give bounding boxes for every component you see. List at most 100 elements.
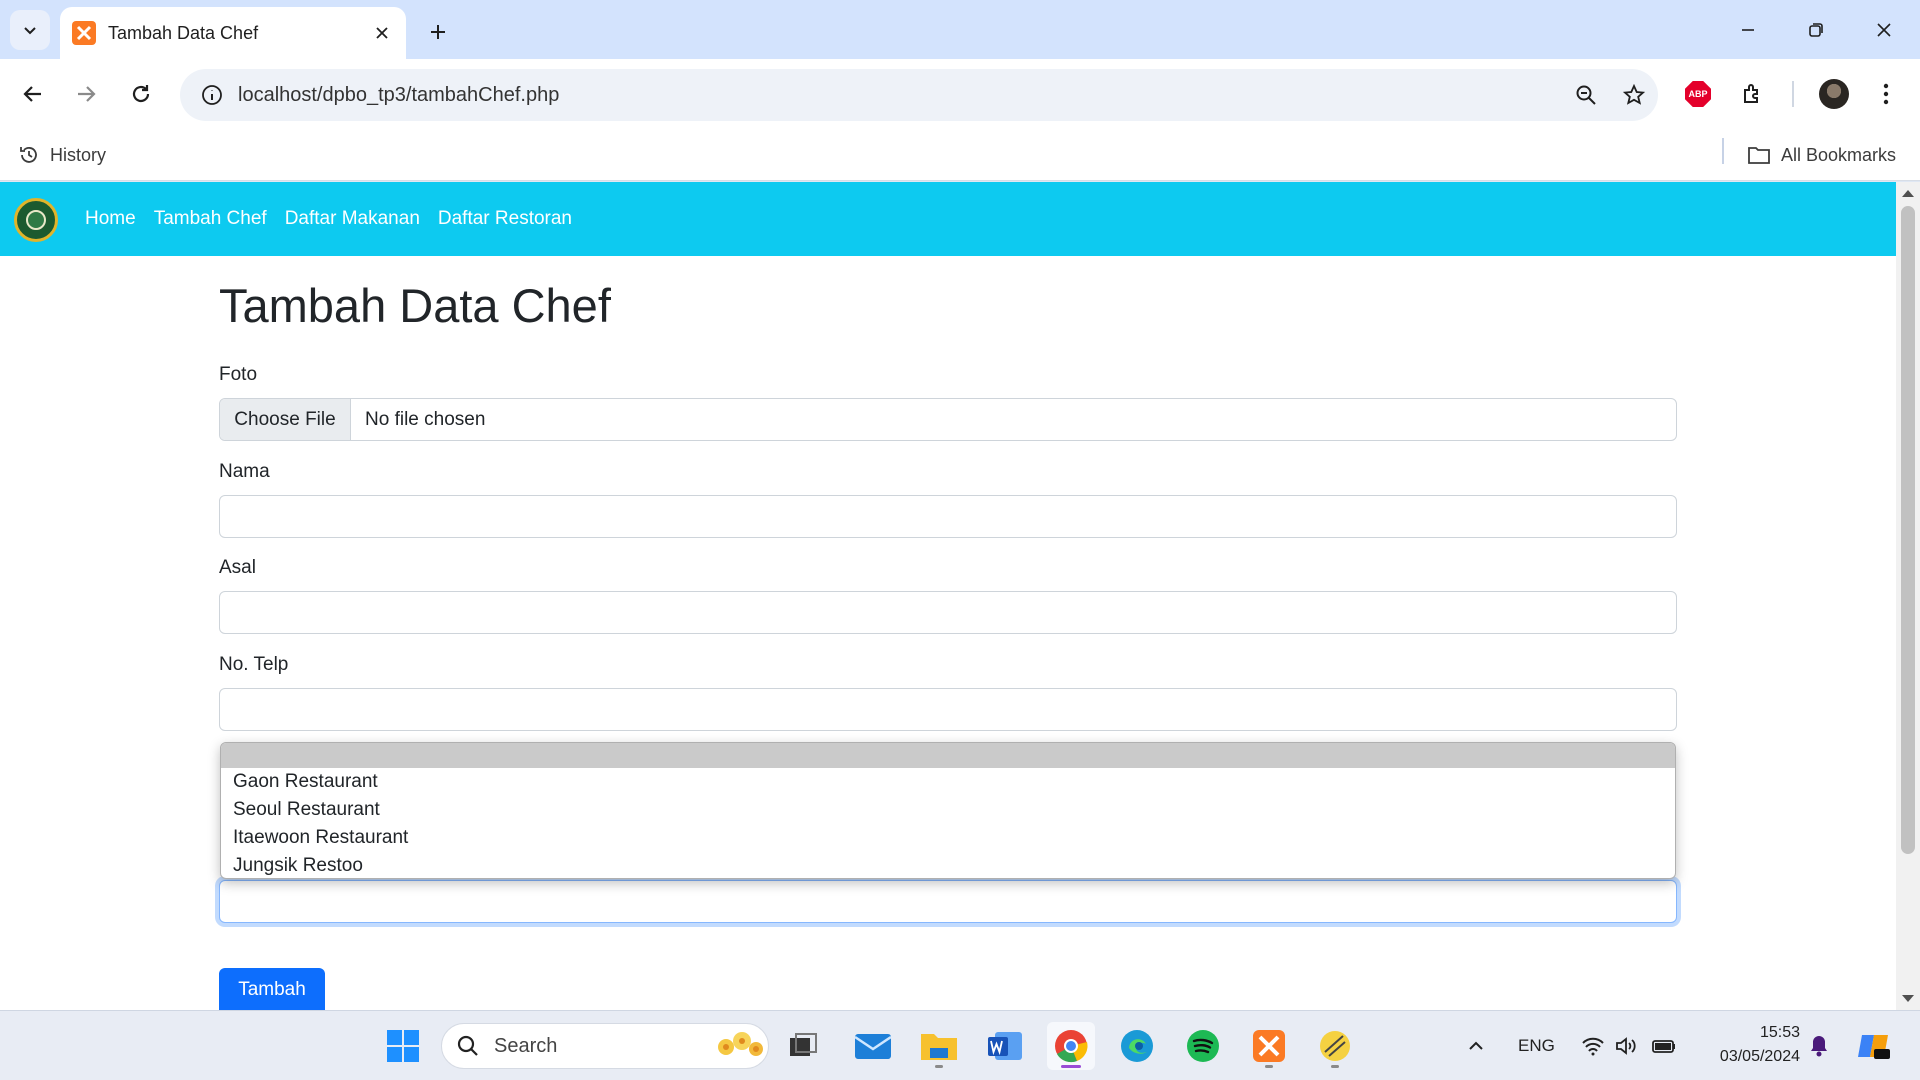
tab-search-button[interactable]	[10, 10, 50, 50]
running-indicator	[1331, 1065, 1339, 1068]
page-scrollbar[interactable]	[1896, 182, 1920, 1010]
xampp-app[interactable]	[1245, 1022, 1293, 1070]
show-hidden-icons[interactable]	[1467, 1011, 1485, 1080]
file-status-text: No file chosen	[365, 408, 486, 430]
running-indicator	[1265, 1065, 1273, 1068]
tab-title: Tambah Data Chef	[108, 22, 259, 43]
arrow-left-icon	[23, 86, 41, 102]
battery-icon[interactable]	[1651, 1011, 1677, 1080]
site-logo[interactable]	[14, 198, 58, 242]
all-bookmarks-button[interactable]: All Bookmarks	[1747, 129, 1896, 181]
close-tab-icon[interactable]	[370, 21, 394, 45]
page-title: Tambah Data Chef	[219, 279, 611, 332]
file-explorer-app[interactable]	[915, 1022, 963, 1070]
telp-input[interactable]	[219, 688, 1677, 731]
word-app[interactable]	[981, 1022, 1029, 1070]
logo-emblem-icon	[26, 210, 46, 230]
windows-taskbar: Search ENG 15:53 03/05/2024	[0, 1010, 1920, 1080]
history-label: History	[50, 144, 107, 165]
xampp-favicon-icon	[72, 21, 96, 45]
chevron-up-icon	[1469, 1041, 1483, 1050]
app-icon	[1320, 1031, 1350, 1061]
start-button[interactable]	[379, 1022, 427, 1070]
bookmarks-separator	[1722, 138, 1724, 164]
focused-input[interactable]	[219, 880, 1677, 923]
restoran-select-dropdown[interactable]: Gaon Restaurant Seoul Restaurant Itaewoo…	[220, 742, 1676, 879]
bookmark-star-icon[interactable]	[1610, 71, 1658, 119]
minimize-icon	[1742, 29, 1754, 31]
notification-bell-icon[interactable]	[1808, 1011, 1830, 1080]
edge-app[interactable]	[1113, 1022, 1161, 1070]
telp-label: No. Telp	[219, 654, 289, 675]
copilot-icon[interactable]	[1856, 1011, 1892, 1080]
toolbar-separator	[1792, 81, 1794, 107]
yellow-app[interactable]	[1311, 1022, 1359, 1070]
tambah-button[interactable]: Tambah	[219, 968, 325, 1010]
chrome-app[interactable]	[1047, 1022, 1095, 1070]
xampp-icon	[1253, 1030, 1285, 1062]
word-icon	[988, 1032, 1022, 1060]
active-indicator	[1061, 1065, 1081, 1068]
tab-strip: Tambah Data Chef	[0, 0, 1920, 59]
browser-tab-active[interactable]: Tambah Data Chef	[60, 7, 406, 59]
restore-button[interactable]	[1788, 8, 1844, 52]
nav-link-tambah-chef[interactable]: Tambah Chef	[154, 208, 267, 230]
system-clock[interactable]: 15:53 03/05/2024	[1700, 1021, 1800, 1069]
profile-avatar[interactable]	[1812, 72, 1856, 116]
clock-date: 03/05/2024	[1719, 1048, 1800, 1065]
running-indicator	[935, 1065, 943, 1068]
taskbar-search-placeholder: Search	[494, 1034, 558, 1057]
site-nav-links: Home Tambah Chef Daftar Makanan Daftar R…	[85, 182, 572, 256]
folder-icon	[1748, 147, 1770, 164]
asal-label: Asal	[219, 557, 256, 578]
nama-input[interactable]	[219, 495, 1677, 538]
zoom-icon[interactable]	[1562, 71, 1610, 119]
extensions-icon[interactable]	[1731, 72, 1775, 116]
kebab-menu-icon	[1883, 83, 1889, 105]
browser-toolbar: localhost/dpbo_tp3/tambahChef.php ABP	[0, 59, 1920, 129]
task-view-button[interactable]	[779, 1022, 827, 1070]
dropdown-option[interactable]: Gaon Restaurant	[221, 768, 1675, 796]
site-info-icon[interactable]	[186, 69, 238, 121]
nav-link-daftar-restoran[interactable]: Daftar Restoran	[438, 208, 572, 230]
mail-app[interactable]	[849, 1022, 897, 1070]
choose-file-button[interactable]: Choose File	[220, 399, 351, 440]
dropdown-option[interactable]: Seoul Restaurant	[221, 796, 1675, 824]
dropdown-option[interactable]: Itaewoon Restaurant	[221, 824, 1675, 852]
restore-icon	[1809, 23, 1823, 37]
url-text[interactable]: localhost/dpbo_tp3/tambahChef.php	[238, 84, 1562, 107]
reload-icon	[132, 85, 150, 103]
forward-button[interactable]	[64, 72, 108, 116]
history-bookmark[interactable]: History	[18, 129, 106, 181]
all-bookmarks-label: All Bookmarks	[1781, 144, 1897, 165]
chrome-icon	[1055, 1030, 1088, 1063]
spotify-app[interactable]	[1179, 1022, 1227, 1070]
minimize-button[interactable]	[1720, 8, 1776, 52]
dropdown-option-empty[interactable]	[221, 743, 1675, 768]
adblock-plus-icon[interactable]: ABP	[1676, 72, 1720, 116]
search-icon	[457, 1035, 478, 1056]
wifi-icon[interactable]	[1581, 1011, 1605, 1080]
foto-file-input[interactable]: Choose File No file chosen	[219, 398, 1677, 441]
menu-button[interactable]	[1864, 72, 1908, 116]
language-indicator[interactable]: ENG	[1518, 1011, 1555, 1080]
back-button[interactable]	[11, 72, 55, 116]
reload-button[interactable]	[119, 72, 163, 116]
address-bar[interactable]: localhost/dpbo_tp3/tambahChef.php	[180, 69, 1658, 121]
dropdown-option[interactable]: Jungsik Restoo	[221, 852, 1675, 878]
windows-logo-icon	[387, 1030, 419, 1062]
scroll-up-arrow-icon[interactable]	[1902, 190, 1914, 197]
nav-link-home[interactable]: Home	[85, 208, 136, 230]
scroll-thumb[interactable]	[1901, 206, 1915, 854]
scroll-down-arrow-icon[interactable]	[1902, 995, 1914, 1002]
arrow-right-icon	[78, 86, 96, 102]
folder-icon	[921, 1034, 957, 1060]
avatar	[1819, 79, 1849, 109]
asal-input[interactable]	[219, 591, 1677, 634]
mail-icon	[854, 1034, 892, 1059]
new-tab-button[interactable]	[420, 14, 456, 50]
close-window-button[interactable]	[1856, 8, 1912, 52]
taskbar-search[interactable]: Search	[441, 1023, 769, 1069]
nav-link-daftar-makanan[interactable]: Daftar Makanan	[285, 208, 420, 230]
volume-icon[interactable]	[1614, 1011, 1638, 1080]
